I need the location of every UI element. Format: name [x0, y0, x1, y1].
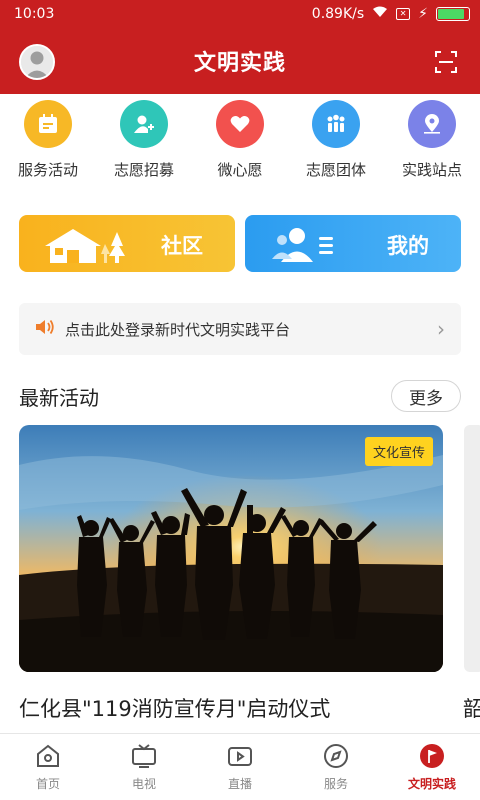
profile-icon [272, 228, 333, 262]
wifi-icon [372, 6, 388, 22]
home-icon [37, 744, 59, 767]
quick-action-service-activity[interactable]: 服务活动 [0, 100, 96, 180]
network-speed: 0.89K/s [311, 6, 365, 22]
activity-card-image[interactable]: 文化宣传 [19, 425, 443, 672]
login-notice[interactable]: 点击此处登录新时代文明实践平台 › [19, 303, 461, 355]
add-user-icon [120, 100, 168, 148]
status-bar: 10:03 0.89K/s ✕ ⚡ [0, 0, 480, 28]
tab-service[interactable]: 服务 [288, 734, 384, 800]
group-icon [312, 100, 360, 148]
quick-action-volunteer-recruit[interactable]: 志愿招募 [96, 100, 192, 180]
next-activity-title-peek[interactable]: 韶 [463, 693, 480, 723]
quick-action-label: 微心愿 [217, 161, 263, 179]
chevron-right-icon: › [437, 317, 445, 341]
notice-text: 点击此处登录新时代文明实践平台 [65, 320, 291, 339]
tab-tv[interactable]: 电视 [96, 734, 192, 800]
speaker-icon [35, 318, 55, 340]
quick-action-volunteer-group[interactable]: 志愿团体 [288, 100, 384, 180]
tab-home[interactable]: 首页 [0, 734, 96, 800]
community-card[interactable]: 社区 [19, 215, 235, 272]
quick-action-label: 志愿团体 [305, 161, 366, 179]
status-time: 10:03 [14, 6, 55, 22]
sim-icon: ✕ [396, 8, 411, 20]
quick-action-label: 服务活动 [17, 161, 78, 179]
next-activity-card-peek[interactable] [464, 425, 480, 672]
page-title: 文明实践 [193, 51, 286, 76]
video-icon [228, 747, 252, 766]
user-avatar[interactable] [19, 44, 55, 80]
tab-label: 文明实践 [407, 777, 456, 791]
quick-actions: 服务活动 志愿招募 微心愿 志愿团体 实践站点 [0, 100, 480, 180]
quick-action-micro-wish[interactable]: 微心愿 [192, 100, 288, 180]
quick-action-label: 志愿招募 [113, 161, 174, 179]
battery-icon [436, 7, 470, 21]
mine-label: 我的 [387, 234, 429, 258]
house-icon [45, 229, 125, 263]
community-label: 社区 [161, 234, 203, 258]
tab-label: 服务 [323, 777, 348, 791]
charging-icon: ⚡ [418, 6, 428, 22]
big-cards: 社区 我的 [19, 215, 461, 272]
tab-label: 首页 [35, 777, 60, 791]
latest-activity-header: 最新活动 更多 [19, 378, 461, 414]
tv-icon [132, 744, 156, 768]
bottom-tab-bar: 首页 电视 直播 服务 文明实践 [0, 733, 480, 800]
heart-icon [216, 100, 264, 148]
activity-title[interactable]: 仁化县"119消防宣传月"启动仪式 [19, 693, 330, 723]
location-icon [408, 100, 456, 148]
flag-icon [420, 744, 444, 768]
scan-icon[interactable] [434, 50, 458, 74]
app-header: 文明实践 [0, 28, 480, 94]
quick-action-practice-site[interactable]: 实践站点 [384, 100, 480, 180]
section-title: 最新活动 [19, 385, 99, 410]
compass-icon [324, 744, 348, 768]
tab-live[interactable]: 直播 [192, 734, 288, 800]
tab-label: 直播 [227, 777, 252, 791]
quick-action-label: 实践站点 [401, 161, 462, 179]
activity-tag-badge: 文化宣传 [364, 437, 433, 466]
calendar-icon [24, 100, 72, 148]
more-button[interactable]: 更多 [391, 380, 461, 412]
mine-card[interactable]: 我的 [245, 215, 461, 272]
tab-civilization-practice[interactable]: 文明实践 [384, 734, 480, 800]
tab-label: 电视 [131, 777, 156, 791]
